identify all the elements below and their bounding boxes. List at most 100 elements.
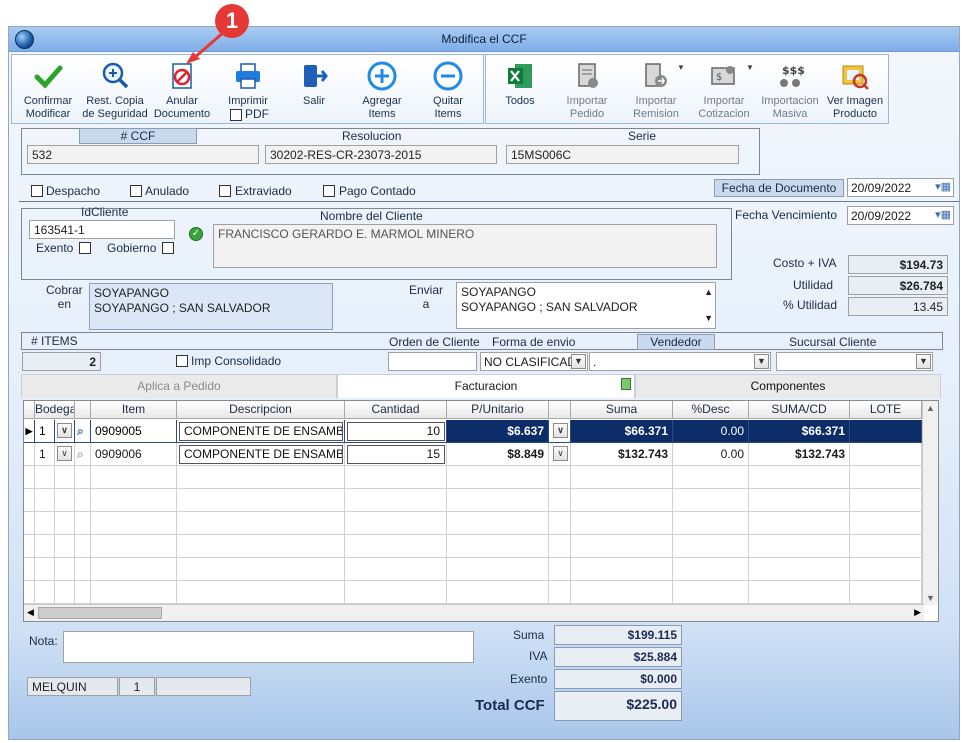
- importar-pedido-button[interactable]: Importar Pedido: [554, 55, 620, 123]
- cell-item[interactable]: 0909005: [91, 420, 177, 443]
- price-dropdown[interactable]: ∨: [549, 443, 571, 466]
- col-header-punitario[interactable]: P/Unitario: [447, 401, 549, 419]
- tab-facturacion[interactable]: Facturacion: [337, 374, 635, 398]
- col-header-item[interactable]: Item: [91, 401, 177, 419]
- ccf-number-field[interactable]: 532: [27, 145, 259, 164]
- validate-cliente-icon[interactable]: ✓: [189, 227, 203, 241]
- sucursal-cliente-select[interactable]: ▼: [776, 352, 933, 371]
- despacho-checkbox[interactable]: [31, 185, 43, 197]
- chevron-down-icon[interactable]: ∨: [57, 446, 72, 461]
- col-header-lote[interactable]: LOTE: [850, 401, 922, 419]
- nota-label: Nota:: [29, 634, 58, 648]
- idcliente-field[interactable]: 163541-1: [29, 220, 175, 239]
- cell-desc[interactable]: 0.00: [673, 420, 749, 443]
- price-dropdown[interactable]: ∨: [549, 420, 571, 443]
- cell-bodega[interactable]: 1: [35, 420, 55, 443]
- resolucion-field[interactable]: 30202-RES-CR-23073-2015: [265, 145, 497, 164]
- scroll-down-icon[interactable]: ▼: [704, 311, 713, 326]
- cobrar-en-field[interactable]: SOYAPANGO SOYAPANGO ; SAN SALVADOR: [89, 283, 333, 330]
- serie-field[interactable]: 15MS006C: [506, 145, 739, 164]
- calendar-icon[interactable]: ▾▦: [935, 180, 951, 193]
- empty-cell: [24, 489, 35, 512]
- anulado-checkbox[interactable]: [130, 185, 142, 197]
- col-header-sumacd[interactable]: SUMA/CD: [749, 401, 850, 419]
- chevron-down-icon[interactable]: ▼: [571, 354, 586, 369]
- cell-punitario[interactable]: $6.637: [447, 420, 549, 443]
- bodega-dropdown[interactable]: ∨: [55, 443, 75, 466]
- col-header-desc[interactable]: %Desc: [673, 401, 749, 419]
- imp-consolidado-checkbox[interactable]: [176, 355, 188, 367]
- chevron-down-icon[interactable]: ▼: [754, 354, 769, 369]
- chevron-down-icon[interactable]: ▼: [916, 354, 931, 369]
- col-header-suma[interactable]: Suma: [571, 401, 673, 419]
- cell-desc[interactable]: 0.00: [673, 443, 749, 466]
- cell-lote[interactable]: [850, 420, 922, 443]
- restaurar-copia-button[interactable]: Rest. Copia de Seguridad: [82, 55, 148, 123]
- scroll-down-icon[interactable]: ▼: [926, 593, 935, 603]
- cell-cantidad[interactable]: 15: [345, 443, 447, 466]
- nombre-cliente-field[interactable]: FRANCISCO GERARDO E. MARMOL MINERO: [213, 224, 717, 268]
- cell-cantidad[interactable]: 10: [345, 420, 447, 443]
- chevron-down-icon[interactable]: ∨: [553, 423, 568, 438]
- bodega-dropdown[interactable]: ∨: [55, 420, 75, 443]
- cell-item[interactable]: 0909006: [91, 443, 177, 466]
- cell-descripcion[interactable]: COMPONENTE DE ENSAMBLE: [177, 420, 345, 443]
- cantidad-input[interactable]: 10: [347, 422, 445, 441]
- scroll-left-icon[interactable]: ◀: [27, 607, 34, 618]
- scroll-up-icon[interactable]: ▲: [704, 285, 713, 300]
- importar-cotizacion-button[interactable]: $ Importar Cotizacion ▼: [690, 55, 758, 123]
- fecha-vencimiento-picker[interactable]: 20/09/2022 ▾▦: [847, 206, 954, 225]
- col-header-descripcion[interactable]: Descripcion: [177, 401, 345, 419]
- table-row[interactable]: ▶ 1 ∨ ⌕ 0909005 COMPONENTE DE ENSAMBLE 1…: [24, 420, 922, 443]
- scroll-up-icon[interactable]: ▲: [926, 403, 935, 413]
- table-row[interactable]: 1 ∨ ⌕ 0909006 COMPONENTE DE ENSAMBLE 15 …: [24, 443, 922, 466]
- cell-descripcion[interactable]: COMPONENTE DE ENSAMBLE: [177, 443, 345, 466]
- item-lookup[interactable]: ⌕: [75, 443, 91, 466]
- nota-field[interactable]: [63, 631, 474, 663]
- empty-cell: [549, 489, 571, 512]
- forma-envio-select[interactable]: NO CLASIFICAD ▼: [480, 352, 588, 371]
- pdf-checkbox[interactable]: [230, 109, 242, 121]
- svg-text:$: $: [716, 72, 722, 83]
- ver-imagen-producto-button[interactable]: Ver Imagen Producto: [822, 55, 888, 123]
- descripcion-input[interactable]: COMPONENTE DE ENSAMBLE: [179, 445, 343, 464]
- tab-aplica-pedido[interactable]: Aplica a Pedido: [21, 374, 337, 398]
- cell-punitario[interactable]: $8.849: [447, 443, 549, 466]
- vendedor-select[interactable]: . ▼: [589, 352, 771, 371]
- col-header-bodega[interactable]: Bodega: [35, 401, 75, 419]
- importacion-masiva-button[interactable]: $$$ Importacion Masiva: [758, 55, 822, 123]
- orden-cliente-field[interactable]: [388, 352, 477, 371]
- item-lookup[interactable]: ⌕: [75, 420, 91, 443]
- vertical-scrollbar[interactable]: ▲ ▼: [922, 401, 938, 605]
- scroll-right-icon[interactable]: ▶: [914, 607, 921, 618]
- items-grid: Bodega Item Descripcion Cantidad P/Unita…: [23, 400, 939, 622]
- pago-contado-checkbox[interactable]: [323, 185, 335, 197]
- fecha-documento-picker[interactable]: 20/09/2022 ▾▦: [847, 178, 954, 197]
- importar-remision-button[interactable]: Importar Remision ▼: [622, 55, 690, 123]
- gobierno-checkbox[interactable]: [162, 242, 174, 254]
- agregar-items-button[interactable]: Agregar Items: [350, 55, 414, 123]
- calendar-icon[interactable]: ▾▦: [935, 208, 951, 221]
- descripcion-input[interactable]: COMPONENTE DE ENSAMBLE: [179, 422, 343, 441]
- enviar-a-field[interactable]: SOYAPANGO SOYAPANGO ; SAN SALVADOR ▲ ▼: [456, 282, 716, 329]
- quitar-items-button[interactable]: Quitar Items: [416, 55, 480, 123]
- empty-cell: [91, 466, 177, 489]
- extraviado-checkbox[interactable]: [219, 185, 231, 197]
- salir-button[interactable]: Salir: [282, 55, 346, 123]
- todos-button[interactable]: Todos: [488, 55, 552, 123]
- scroll-thumb[interactable]: [38, 607, 162, 619]
- col-header-cantidad[interactable]: Cantidad: [345, 401, 447, 419]
- total-ccf-label: Total CCF: [475, 697, 545, 714]
- exento-checkbox[interactable]: [79, 242, 91, 254]
- remision-dropdown-icon[interactable]: ▼: [677, 61, 685, 74]
- cotizacion-dropdown-icon[interactable]: ▼: [746, 61, 754, 74]
- cell-lote[interactable]: [850, 443, 922, 466]
- cell-bodega[interactable]: 1: [35, 443, 55, 466]
- cantidad-input[interactable]: 15: [347, 445, 445, 464]
- chevron-down-icon[interactable]: ∨: [553, 446, 568, 461]
- chevron-down-icon[interactable]: ∨: [57, 423, 72, 438]
- empty-cell: [55, 581, 75, 604]
- tab-componentes[interactable]: Componentes: [635, 374, 941, 398]
- horizontal-scrollbar[interactable]: ◀ ▶: [24, 604, 924, 621]
- confirmar-modificar-button[interactable]: Confirmar Modificar: [16, 55, 80, 123]
